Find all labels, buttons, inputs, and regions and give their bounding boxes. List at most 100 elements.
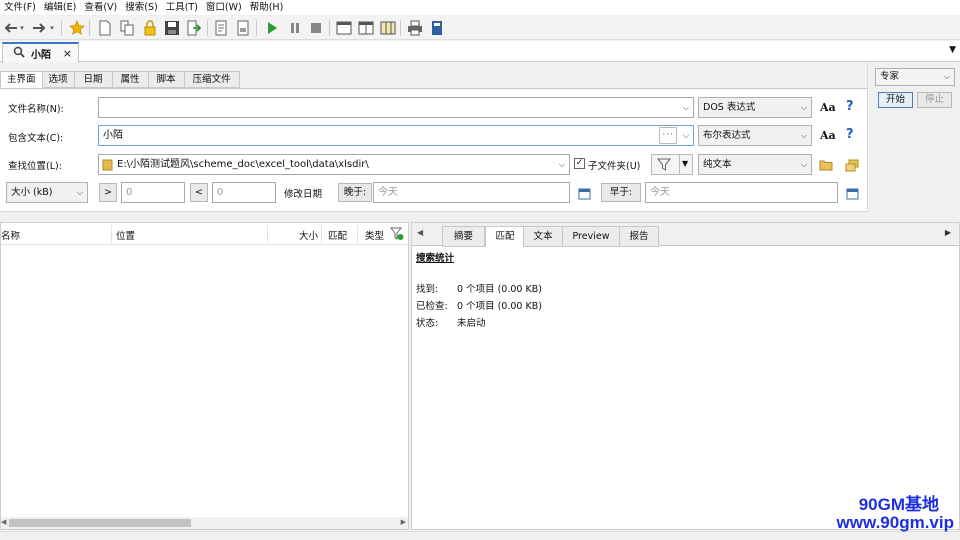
toolbar-separator [89,20,90,36]
chevron-down-icon[interactable]: ⌵ [683,98,689,117]
subfolders-checkbox[interactable]: ✓ [574,158,585,169]
more-button[interactable]: ··· [659,127,677,144]
tab-script[interactable]: 脚本 [148,71,185,88]
lock-icon[interactable] [141,19,159,37]
scrollbar-thumb[interactable] [9,519,191,527]
file-type-select[interactable]: 纯文本 ⌵ [698,154,812,175]
new-doc-icon[interactable] [96,19,114,37]
column-location[interactable]: 位置 [116,228,135,242]
columns-icon[interactable] [379,19,397,37]
column-separator [267,225,268,243]
column-type[interactable]: 类型 [365,228,384,242]
content-mode-select[interactable]: 布尔表达式 ⌵ [698,125,812,146]
scroll-right-icon[interactable]: ▶ [401,518,406,526]
chevron-down-icon: ⌵ [76,188,83,197]
after-date-button[interactable]: 晚于: [338,183,372,202]
help-icon[interactable]: ? [846,99,854,114]
before-date-input[interactable]: 今天 [645,182,838,203]
play-icon[interactable] [263,19,281,37]
content-label: 包含文本(C): [8,133,64,144]
modified-date-label: 修改日期 [284,189,323,200]
help-icon[interactable]: ? [846,127,854,142]
menu-bar: 文件(F) 编辑(E) 查看(V) 搜索(S) 工具(T) 窗口(W) 帮助(H… [0,0,960,15]
tab-options[interactable]: 选项 [42,71,75,88]
content-text-input[interactable]: 小陌 ··· ⌵ [98,125,694,146]
page-icon[interactable] [234,19,252,37]
found-value: 0 个项目 (0.00 KB) [457,284,542,295]
menu-help[interactable]: 帮助(H) [246,1,288,15]
match-case-icon[interactable]: Aa [820,101,836,114]
greater-than-button[interactable]: > [99,183,117,202]
tab-matches[interactable]: 匹配 [485,226,525,247]
export-icon[interactable] [185,19,203,37]
tab-scroll-right-icon[interactable]: ▶ [945,228,951,237]
location-value: E:\小陌测试题风\scheme_doc\excel_tool\data\xls… [117,159,369,170]
location-input[interactable]: E:\小陌测试题风\scheme_doc\excel_tool\data\xls… [98,154,570,175]
forward-arrow-icon[interactable] [30,19,48,37]
folders-icon[interactable] [844,157,860,173]
star-icon[interactable] [68,19,86,37]
save-icon[interactable] [163,19,181,37]
horizontal-scrollbar[interactable]: ◀ ▶ [1,517,408,529]
stop-button[interactable]: 停止 [917,92,952,108]
tab-report[interactable]: 报告 [619,226,659,247]
results-list[interactable]: 名称 位置 大小 匹配 类型 ◀ ▶ [0,222,409,530]
checked-value: 0 个项目 (0.00 KB) [457,301,542,312]
print-icon[interactable] [406,19,424,37]
forward-dropdown-icon[interactable]: ▾ [48,19,56,37]
match-case-icon[interactable]: Aa [820,129,836,142]
tab-attributes[interactable]: 属性 [112,71,149,88]
search-document-tab[interactable]: 小陌 × [2,42,79,63]
chevron-down-icon[interactable]: ⌵ [559,155,565,174]
tab-scroll-left-icon[interactable]: ◀ [417,228,423,237]
column-matches[interactable]: 匹配 [328,228,347,242]
before-date-button[interactable]: 早于: [601,183,641,202]
profile-select[interactable]: 专家 ⌵ [875,68,955,86]
copy-icon[interactable] [118,19,136,37]
browse-folder-icon[interactable] [818,157,834,173]
menu-view[interactable]: 查看(V) [80,1,121,15]
filename-input[interactable]: ⌵ [98,97,694,118]
calendar-icon[interactable] [576,185,592,201]
tab-main[interactable]: 主界面 [0,71,43,88]
calendar-icon[interactable] [844,185,860,201]
tab-summary[interactable]: 摘要 [442,226,485,247]
min-size-input[interactable]: 0 [121,182,185,203]
start-button[interactable]: 开始 [878,92,913,108]
less-than-button[interactable]: < [190,183,208,202]
column-name[interactable]: 名称 [1,228,20,242]
back-dropdown-icon[interactable]: ▾ [18,19,26,37]
filter-button[interactable]: ▼ [651,154,693,175]
stop-icon[interactable] [307,19,325,37]
tab-archives[interactable]: 压缩文件 [184,71,240,88]
menu-file[interactable]: 文件(F) [0,1,40,15]
folder-icon [102,159,113,178]
tab-text[interactable]: 文本 [523,226,563,247]
window-icon[interactable] [335,19,353,37]
close-icon[interactable]: × [63,47,72,60]
search-actions-panel: 专家 ⌵ 开始 停止 [869,63,960,212]
tab-date[interactable]: 日期 [74,71,113,88]
content-text-value: 小陌 [103,130,123,141]
column-separator [321,225,322,243]
tab-preview[interactable]: Preview [562,226,620,247]
book-icon[interactable] [428,19,446,37]
max-size-input[interactable]: 0 [212,182,276,203]
menu-tools[interactable]: 工具(T) [162,1,202,15]
filename-mode-select[interactable]: DOS 表达式 ⌵ [698,97,812,118]
layout-icon[interactable] [357,19,375,37]
chevron-down-icon[interactable]: ⌵ [683,126,689,145]
size-unit-select[interactable]: 大小 (kB) ⌵ [6,182,88,203]
chevron-down-icon[interactable]: ▼ [949,45,956,55]
after-date-input[interactable]: 今天 [373,182,570,203]
column-size[interactable]: 大小 [299,228,318,242]
column-filter-icon[interactable] [389,227,404,244]
menu-window[interactable]: 窗口(W) [202,1,246,15]
found-label: 找到: [416,284,439,295]
menu-search[interactable]: 搜索(S) [121,1,161,15]
menu-edit[interactable]: 编辑(E) [40,1,80,15]
pause-icon[interactable] [286,19,304,37]
scroll-left-icon[interactable]: ◀ [1,518,6,526]
report-icon[interactable] [212,19,230,37]
filename-mode-value: DOS 表达式 [703,102,756,113]
